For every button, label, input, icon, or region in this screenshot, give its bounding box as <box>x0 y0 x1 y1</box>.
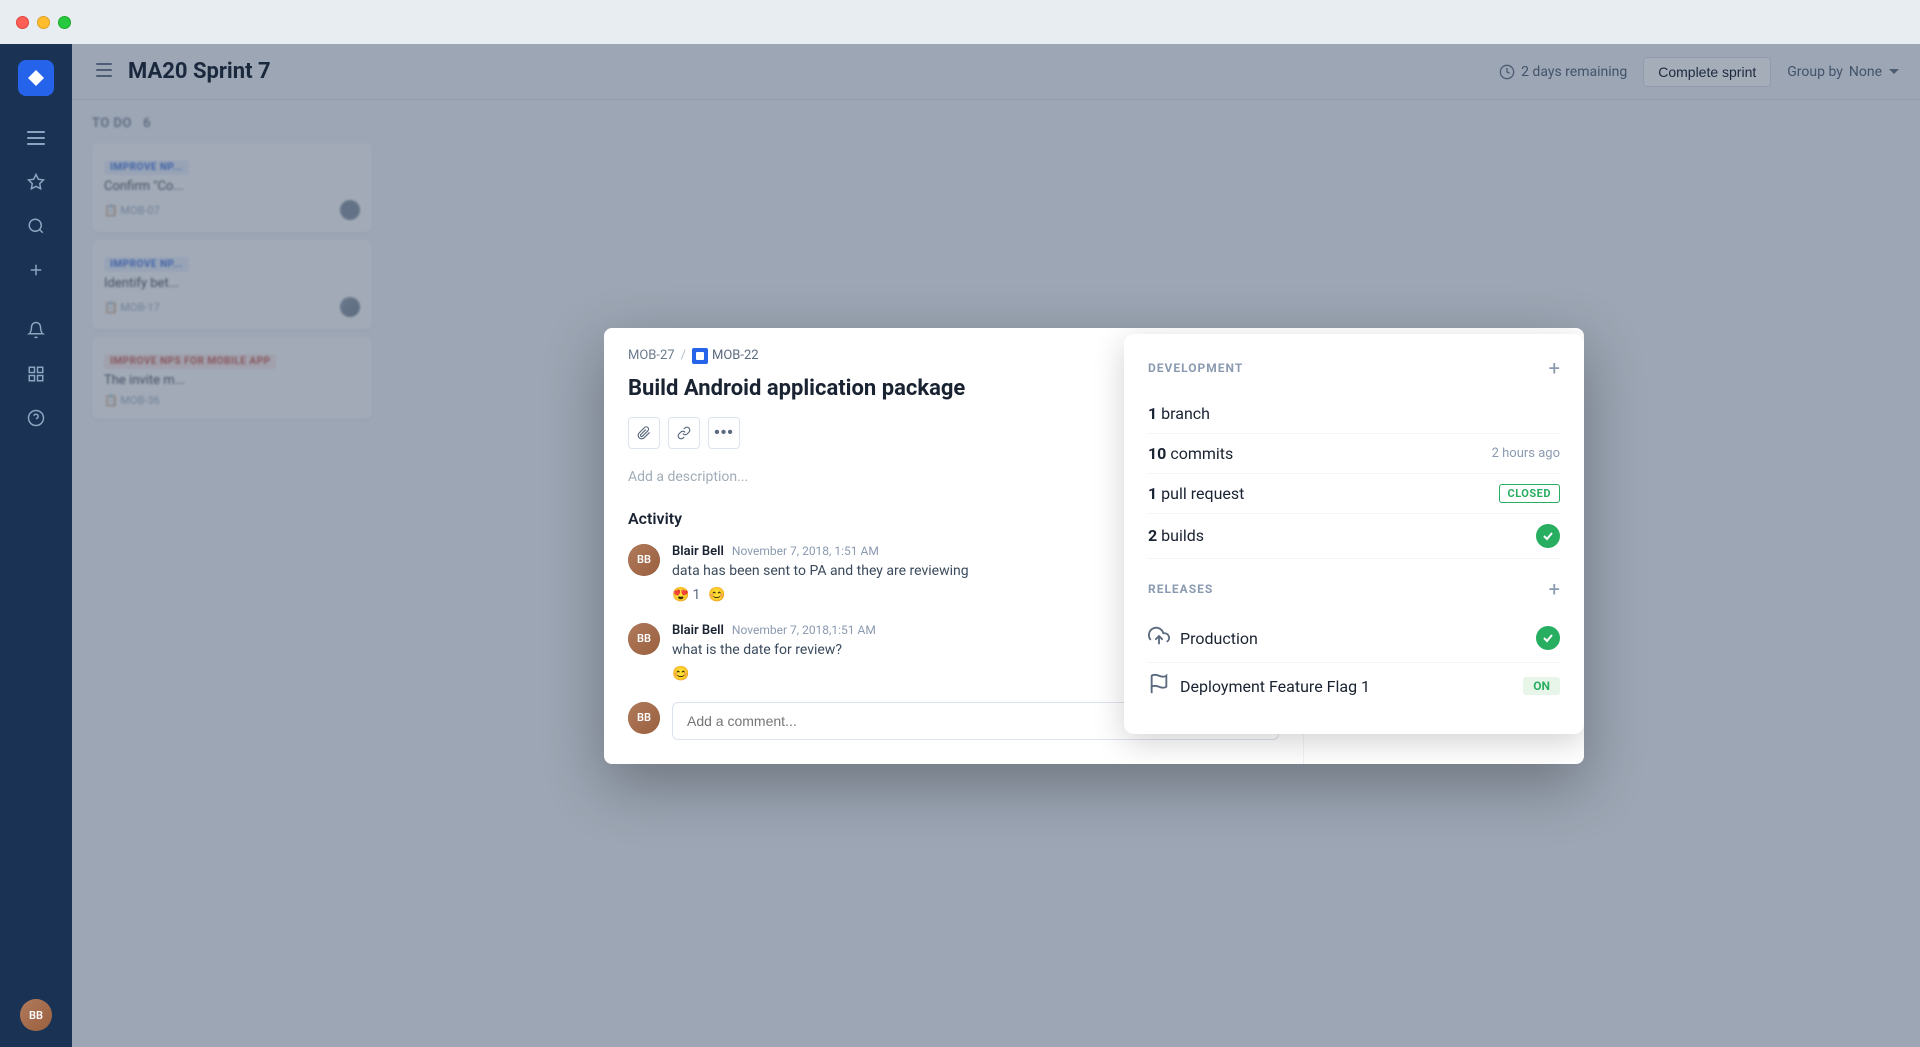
issue-modal: MOB-27 / MOB-22 <box>604 328 1584 764</box>
app-logo[interactable] <box>18 60 54 96</box>
link-button[interactable] <box>668 417 700 449</box>
app-container: BB MA20 Sprint 7 2 days remai <box>0 44 1920 1047</box>
sidebar-item-menu[interactable] <box>18 120 54 156</box>
development-popup: DEVELOPMENT + 1 branch 10 commits <box>1124 334 1584 734</box>
feature-flag-name: Deployment Feature Flag 1 <box>1180 677 1370 696</box>
sidebar-item-create[interactable] <box>18 252 54 288</box>
breadcrumb-separator: / <box>681 348 686 363</box>
sidebar-item-search[interactable] <box>18 208 54 244</box>
main-content: MA20 Sprint 7 2 days remaining Complete … <box>72 44 1920 1047</box>
branch-row[interactable]: 1 branch <box>1148 394 1560 434</box>
user-avatar[interactable]: BB <box>20 999 52 1031</box>
pull-request-row[interactable]: 1 pull request CLOSED <box>1148 474 1560 514</box>
releases-add-button[interactable]: + <box>1549 579 1560 599</box>
production-status-icon <box>1536 626 1560 650</box>
sidebar: BB <box>0 44 72 1047</box>
comment-avatar-2: BB <box>628 623 660 655</box>
sidebar-item-help[interactable] <box>18 400 54 436</box>
pull-request-status: CLOSED <box>1499 484 1561 503</box>
comment-avatar-1: BB <box>628 544 660 576</box>
branch-label: 1 branch <box>1148 404 1210 423</box>
commits-row[interactable]: 10 commits 2 hours ago <box>1148 434 1560 474</box>
commits-label: 10 commits <box>1148 444 1233 463</box>
sidebar-item-favorites[interactable] <box>18 164 54 200</box>
more-toolbar-button[interactable]: ••• <box>708 417 740 449</box>
minimize-window-button[interactable] <box>37 16 50 29</box>
production-row[interactable]: Production <box>1148 615 1560 663</box>
pull-request-label: 1 pull request <box>1148 484 1244 503</box>
cloud-upload-icon <box>1148 625 1170 652</box>
development-add-button[interactable]: + <box>1549 358 1560 378</box>
releases-section-header: RELEASES + <box>1148 579 1560 599</box>
issue-type-icon <box>692 348 708 364</box>
sidebar-item-notifications[interactable] <box>18 312 54 348</box>
development-section-title: DEVELOPMENT <box>1148 361 1243 375</box>
production-name: Production <box>1180 629 1258 648</box>
feature-flag-row[interactable]: Deployment Feature Flag 1 ON <box>1148 663 1560 710</box>
commits-time: 2 hours ago <box>1492 446 1560 461</box>
add-comment-avatar: BB <box>628 702 660 734</box>
close-window-button[interactable] <box>16 16 29 29</box>
builds-label: 2 builds <box>1148 526 1204 545</box>
breadcrumb-parent-link[interactable]: MOB-27 <box>628 348 675 363</box>
attach-button[interactable] <box>628 417 660 449</box>
sidebar-item-grid[interactable] <box>18 356 54 392</box>
activity-title: Activity <box>628 509 682 528</box>
breadcrumb-current: MOB-22 <box>692 348 759 364</box>
builds-row[interactable]: 2 builds <box>1148 514 1560 559</box>
releases-section-title: RELEASES <box>1148 582 1213 596</box>
feature-flag-status: ON <box>1523 677 1560 695</box>
dev-section-header: DEVELOPMENT + <box>1148 358 1560 378</box>
releases-section: RELEASES + <box>1148 579 1560 710</box>
builds-status-icon <box>1536 524 1560 548</box>
fullscreen-window-button[interactable] <box>58 16 71 29</box>
window-chrome <box>0 0 1920 44</box>
flag-icon <box>1148 673 1170 700</box>
